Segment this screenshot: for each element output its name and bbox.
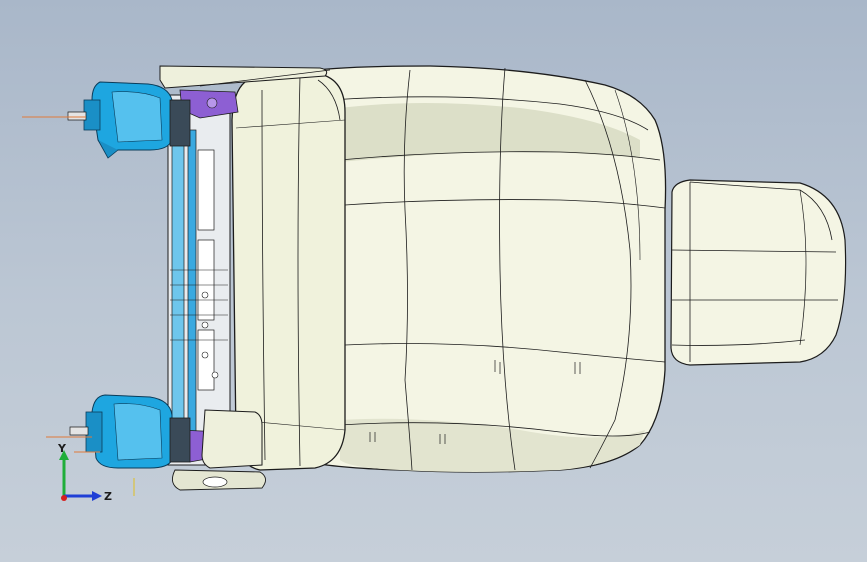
triad-z-arrow	[92, 491, 102, 501]
triad-x-origin	[61, 495, 67, 501]
triad-y-label: Y	[57, 442, 67, 455]
seat-side-bolster[interactable]	[231, 73, 346, 471]
seat-frame[interactable]	[167, 94, 231, 466]
seat-back-shell[interactable]	[299, 65, 667, 473]
headrest[interactable]	[670, 179, 847, 366]
triad-z-label: Z	[104, 490, 112, 503]
coordinate-triad[interactable]: Y Z	[48, 440, 118, 510]
seat-model-render[interactable]	[0, 0, 867, 562]
graphics-viewport[interactable]: Y Z	[0, 0, 867, 562]
